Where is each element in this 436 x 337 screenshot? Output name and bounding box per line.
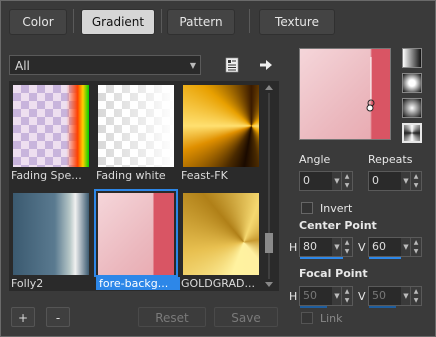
category-dropdown[interactable]: All ▼ [9,55,201,75]
spin-arrows[interactable]: ▲ ▼ [410,238,421,256]
center-v-label: V [358,241,366,254]
gradient-swatch [183,193,259,275]
center-h-spinner[interactable]: 80 ▼ ▲ ▼ [299,237,353,259]
focal-v-spinner[interactable]: 50 ▼ ▲ ▼ [368,286,422,308]
gradient-thumb[interactable]: Feast-FK [181,83,261,182]
center-v-spinner[interactable]: 60 ▼ ▲ ▼ [368,237,422,259]
tab-texture[interactable]: Texture [259,9,335,35]
center-h-level-bar [300,257,343,259]
reset-button[interactable]: Reset [138,307,206,327]
gradient-swatch [98,193,174,275]
linear-gradient-icon[interactable] [402,48,422,68]
gradient-thumb-label: Fading Spe... [11,169,82,182]
center-h-label: H [289,241,298,254]
gradient-swatch [13,193,89,275]
spin-arrows[interactable]: ▲ ▼ [410,287,421,305]
center-v-value: 60 [372,240,386,253]
gradient-thumb-label: Feast-FK [181,169,228,182]
center-h-value: 80 [303,240,317,253]
focal-point-label: Focal Point [299,267,368,280]
tab-separator [161,9,162,33]
gradient-swatch [13,85,89,167]
focal-v-level-bar [369,306,396,308]
spin-arrows[interactable]: ▲ ▼ [410,172,421,190]
tab-separator [73,9,74,33]
gradient-thumb-label: GOLDGRAD... [181,277,255,290]
link-label: Link [320,312,343,325]
focal-h-level-bar [300,306,327,308]
gradient-thumb-label: fore-backg... [96,277,180,290]
tab-gradient[interactable]: Gradient [81,9,155,35]
radial-gradient-icon[interactable] [402,98,422,118]
center-point-label: Center Point [299,219,377,232]
focal-v-label: V [358,290,366,303]
focal-h-value: 50 [303,289,317,302]
save-button[interactable]: Save [214,307,278,327]
repeats-spinner[interactable]: 0 ▼ ▲ ▼ [368,171,422,191]
focal-h-label: H [289,290,298,303]
gradient-thumb-label: Folly2 [11,277,44,290]
remove-button[interactable]: - [46,307,70,327]
spin-arrows[interactable]: ▲ ▼ [341,287,352,305]
gradient-thumb[interactable]: Fading Spe... [11,83,91,182]
gradient-thumb[interactable]: Fading white [96,83,176,182]
sunburst-gradient-icon[interactable] [402,123,422,143]
chevron-down-icon: ▼ [189,61,196,70]
spin-arrows[interactable]: ▲ ▼ [341,238,352,256]
gradient-swatch [183,85,259,167]
gradient-gallery: Fading Spe... Fading white Feast-FK Foll… [9,81,279,291]
focal-h-spinner[interactable]: 50 ▼ ▲ ▼ [299,286,353,308]
gradient-preview[interactable] [299,48,391,140]
invert-checkbox[interactable] [301,202,313,214]
angle-label: Angle [299,153,331,166]
invert-label: Invert [320,202,353,215]
tab-color[interactable]: Color [9,9,67,35]
tab-pattern[interactable]: Pattern [167,9,235,35]
gradient-thumb-label: Fading white [96,169,166,182]
gradient-thumb[interactable]: GOLDGRAD... [181,191,261,290]
gallery-scrollbar[interactable] [263,83,275,289]
angle-value: 0 [303,174,310,187]
category-dropdown-value: All [15,59,30,73]
material-properties-dialog: Color Gradient Pattern Texture All ▼ Fad… [0,0,436,337]
rectangular-gradient-icon[interactable] [402,73,422,93]
gradient-thumb-selected[interactable]: fore-backg... [94,189,180,290]
link-checkbox[interactable] [301,312,313,324]
angle-spinner[interactable]: 0 ▼ ▲ ▼ [299,171,353,191]
gallery-view-icon[interactable] [222,55,242,75]
focal-v-value: 50 [372,289,386,302]
arrow-right-icon[interactable] [256,55,276,75]
spin-arrows[interactable]: ▲ ▼ [341,172,352,190]
gradient-swatch [98,85,174,167]
add-button[interactable]: + [11,307,35,327]
center-v-level-bar [369,257,401,259]
gradient-thumb[interactable]: Folly2 [11,191,91,290]
repeats-value: 0 [372,174,379,187]
tab-separator [249,9,250,33]
repeats-label: Repeats [368,153,413,166]
